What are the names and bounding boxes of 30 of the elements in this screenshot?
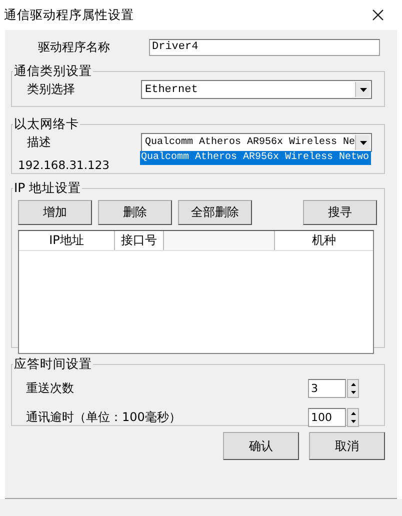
field-label: 重送次数 bbox=[25, 380, 74, 397]
spin-buttons[interactable] bbox=[347, 408, 359, 427]
number-field[interactable]: 3 bbox=[308, 379, 346, 398]
group-title: 通信类别设置 bbox=[13, 63, 93, 80]
dialog-button[interactable]: 确认 bbox=[223, 432, 299, 460]
field-label: 描述 bbox=[26, 134, 52, 151]
toolbar-button[interactable]: 全部删除 bbox=[178, 200, 252, 225]
ip-address-text: 192.168.31.123 bbox=[18, 158, 110, 172]
type-dropdown[interactable]: Ethernet bbox=[141, 80, 372, 99]
number-field[interactable]: 100 bbox=[308, 408, 346, 427]
group-title: 应答时间设置 bbox=[13, 356, 93, 373]
window-title: 通信驱动程序属性设置 bbox=[4, 6, 134, 24]
adapter-dropdown[interactable]: Qualcomm Atheros AR956x Wireless Ne bbox=[141, 133, 372, 152]
spin-buttons[interactable] bbox=[347, 379, 359, 398]
column-header[interactable]: 机种 bbox=[274, 231, 373, 250]
dropdown-arrow-icon bbox=[360, 140, 367, 144]
dialog-button[interactable]: 取消 bbox=[309, 432, 385, 460]
field-label: 类别选择 bbox=[26, 81, 76, 98]
toolbar-button[interactable]: 删除 bbox=[98, 200, 172, 225]
toolbar-button[interactable]: 增加 bbox=[18, 200, 92, 225]
dropdown-arrow-icon bbox=[360, 88, 366, 92]
driver-name-field[interactable]: Driver4 bbox=[149, 38, 380, 56]
close-icon[interactable] bbox=[372, 9, 384, 21]
dropdown-option[interactable]: Qualcomm Atheros AR956x Wireless Netwo bbox=[140, 151, 371, 165]
column-header[interactable]: IP地址 bbox=[19, 231, 115, 250]
group-title: IP 地址设置 bbox=[13, 180, 82, 197]
field-label: 驱动程序名称 bbox=[37, 38, 111, 56]
group-title: 以太网络卡 bbox=[13, 116, 80, 133]
toolbar-button[interactable]: 搜寻 bbox=[303, 200, 377, 225]
field-label: 通讯逾时（单位：100毫秒） bbox=[25, 409, 181, 426]
